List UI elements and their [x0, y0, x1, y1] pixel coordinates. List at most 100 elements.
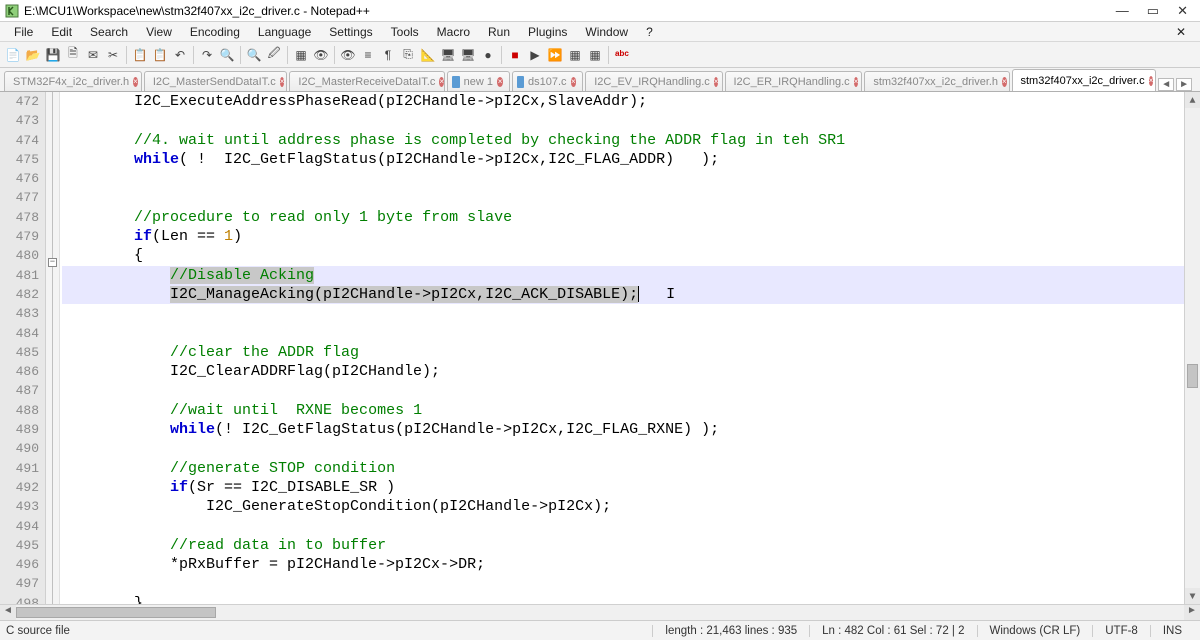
- tab-file-6[interactable]: I2C_ER_IRQHandling.c ×: [725, 71, 863, 91]
- show-all-icon[interactable]: ⎘: [399, 46, 417, 64]
- tab-file-4[interactable]: ds107.c×: [512, 71, 583, 91]
- tab-scroll-right-icon[interactable]: ►: [1176, 78, 1192, 91]
- print-icon[interactable]: ✂: [104, 46, 122, 64]
- playfast-icon[interactable]: ▦: [566, 46, 584, 64]
- menubar: File Edit Search View Encoding Language …: [0, 22, 1200, 42]
- status-filetype: C source file: [6, 625, 652, 637]
- close-icon[interactable]: ×: [714, 77, 719, 87]
- close-file-icon[interactable]: ✉: [84, 46, 102, 64]
- close-icon[interactable]: ×: [280, 77, 285, 87]
- toolbar: 📄 📂 💾 🗎 ✉ ✂ 📋 📋 ↶ ↷ 🔍 🔍 🖉 ▦ 👁 👁 ≡ ¶ ⎘ 📐 …: [0, 42, 1200, 68]
- scroll-down-icon[interactable]: ▼: [1185, 588, 1200, 604]
- doc-map-icon[interactable]: 🖥: [439, 46, 457, 64]
- cut-icon[interactable]: 📋: [131, 46, 149, 64]
- save-icon[interactable]: 💾: [44, 46, 62, 64]
- status-eol[interactable]: Windows (CR LF): [977, 625, 1093, 637]
- close-icon[interactable]: ×: [571, 77, 577, 87]
- tab-file-2[interactable]: I2C_MasterReceiveDataIT.c×: [289, 71, 445, 91]
- menu-run[interactable]: Run: [480, 23, 518, 41]
- replace-icon[interactable]: 🖉: [265, 46, 283, 64]
- menu-settings[interactable]: Settings: [321, 23, 380, 41]
- close-icon[interactable]: ×: [854, 77, 859, 87]
- scroll-thumb[interactable]: [1187, 364, 1198, 388]
- tab-scroll-left-icon[interactable]: ◄: [1158, 78, 1174, 91]
- spellcheck-icon[interactable]: ᵃᵇᶜ: [613, 46, 631, 64]
- close-icon[interactable]: ×: [439, 77, 444, 87]
- horizontal-scrollbar[interactable]: ◄ ►: [0, 604, 1200, 620]
- menu-tools[interactable]: Tools: [383, 23, 427, 41]
- app-icon: [4, 3, 20, 19]
- tab-file-5[interactable]: I2C_EV_IRQHandling.c ×: [585, 71, 722, 91]
- separator: [334, 46, 335, 64]
- menu-help[interactable]: ?: [638, 23, 661, 41]
- menu-file[interactable]: File: [6, 23, 41, 41]
- close-icon[interactable]: ×: [133, 77, 138, 87]
- separator: [287, 46, 288, 64]
- status-mode[interactable]: INS: [1150, 625, 1194, 637]
- save-all-icon[interactable]: 🗎: [64, 46, 82, 64]
- tab-file-1[interactable]: I2C_MasterSendDataIT.c ×: [144, 71, 288, 91]
- sync-v-icon[interactable]: 👁: [339, 46, 357, 64]
- sync-h-icon[interactable]: ≡: [359, 46, 377, 64]
- separator: [501, 46, 502, 64]
- tab-label: I2C_MasterSendDataIT.c: [153, 76, 276, 88]
- record-icon[interactable]: ■: [506, 46, 524, 64]
- status-length: length : 21,463 lines : 935: [652, 625, 809, 637]
- menubar-close-icon[interactable]: ✕: [1168, 23, 1194, 41]
- menu-plugins[interactable]: Plugins: [520, 23, 575, 41]
- menu-macro[interactable]: Macro: [429, 23, 478, 41]
- tab-file-7[interactable]: stm32f407xx_i2c_driver.h ×: [864, 71, 1009, 91]
- menu-view[interactable]: View: [138, 23, 180, 41]
- window-title: E:\MCU1\Workspace\new\stm32f407xx_i2c_dr…: [24, 4, 1116, 18]
- close-icon[interactable]: ×: [1002, 77, 1007, 87]
- menu-search[interactable]: Search: [82, 23, 136, 41]
- window-controls: — ▭ ✕: [1116, 3, 1196, 19]
- separator: [240, 46, 241, 64]
- close-icon[interactable]: ×: [497, 77, 503, 87]
- wrap-icon[interactable]: ¶: [379, 46, 397, 64]
- menu-edit[interactable]: Edit: [43, 23, 80, 41]
- status-encoding[interactable]: UTF-8: [1092, 625, 1150, 637]
- scroll-left-icon[interactable]: ◄: [0, 605, 16, 620]
- editor: 4724734744754764774784794804814824834844…: [0, 92, 1200, 604]
- tab-label: I2C_EV_IRQHandling.c: [594, 76, 710, 88]
- indent-guide-icon[interactable]: 📐: [419, 46, 437, 64]
- monitor-icon[interactable]: ●: [479, 46, 497, 64]
- scroll-thumb[interactable]: [16, 607, 216, 618]
- menu-language[interactable]: Language: [250, 23, 319, 41]
- redo-icon[interactable]: 🔍: [218, 46, 236, 64]
- func-list-icon[interactable]: 🖥: [459, 46, 477, 64]
- zoom-out-icon[interactable]: 👁: [312, 46, 330, 64]
- maximize-button[interactable]: ▭: [1147, 3, 1159, 19]
- menu-encoding[interactable]: Encoding: [182, 23, 248, 41]
- scroll-up-icon[interactable]: ▲: [1185, 92, 1200, 108]
- tab-file-3[interactable]: new 1×: [447, 71, 510, 91]
- play-icon[interactable]: ⏩: [546, 46, 564, 64]
- undo-icon[interactable]: ↷: [198, 46, 216, 64]
- menu-window[interactable]: Window: [577, 23, 636, 41]
- tab-label: STM32F4x_i2c_driver.h: [13, 76, 129, 88]
- tab-label: I2C_ER_IRQHandling.c: [734, 76, 850, 88]
- file-icon: [452, 76, 459, 88]
- open-icon[interactable]: 📂: [24, 46, 42, 64]
- fold-toggle-icon[interactable]: −: [48, 258, 57, 267]
- vertical-scrollbar[interactable]: ▲ ▼: [1184, 92, 1200, 604]
- copy-icon[interactable]: 📋: [151, 46, 169, 64]
- separator: [126, 46, 127, 64]
- new-file-icon[interactable]: 📄: [4, 46, 22, 64]
- separator: [193, 46, 194, 64]
- zoom-in-icon[interactable]: ▦: [292, 46, 310, 64]
- tab-label: stm32f407xx_i2c_driver.h: [873, 76, 998, 88]
- tab-file-8-active[interactable]: stm32f407xx_i2c_driver.c×: [1012, 69, 1157, 91]
- minimize-button[interactable]: —: [1116, 3, 1129, 19]
- find-icon[interactable]: 🔍: [245, 46, 263, 64]
- stop-icon[interactable]: ▶: [526, 46, 544, 64]
- close-button[interactable]: ✕: [1177, 3, 1188, 19]
- save-macro-icon[interactable]: ▦: [586, 46, 604, 64]
- tabbar: STM32F4x_i2c_driver.h × I2C_MasterSendDat…: [0, 68, 1200, 92]
- paste-icon[interactable]: ↶: [171, 46, 189, 64]
- tab-file-0[interactable]: STM32F4x_i2c_driver.h ×: [4, 71, 142, 91]
- code-area[interactable]: I2C_ExecuteAddressPhaseRead(pI2CHandle->…: [60, 92, 1184, 604]
- close-icon[interactable]: ×: [1149, 76, 1154, 86]
- scroll-right-icon[interactable]: ►: [1184, 605, 1200, 620]
